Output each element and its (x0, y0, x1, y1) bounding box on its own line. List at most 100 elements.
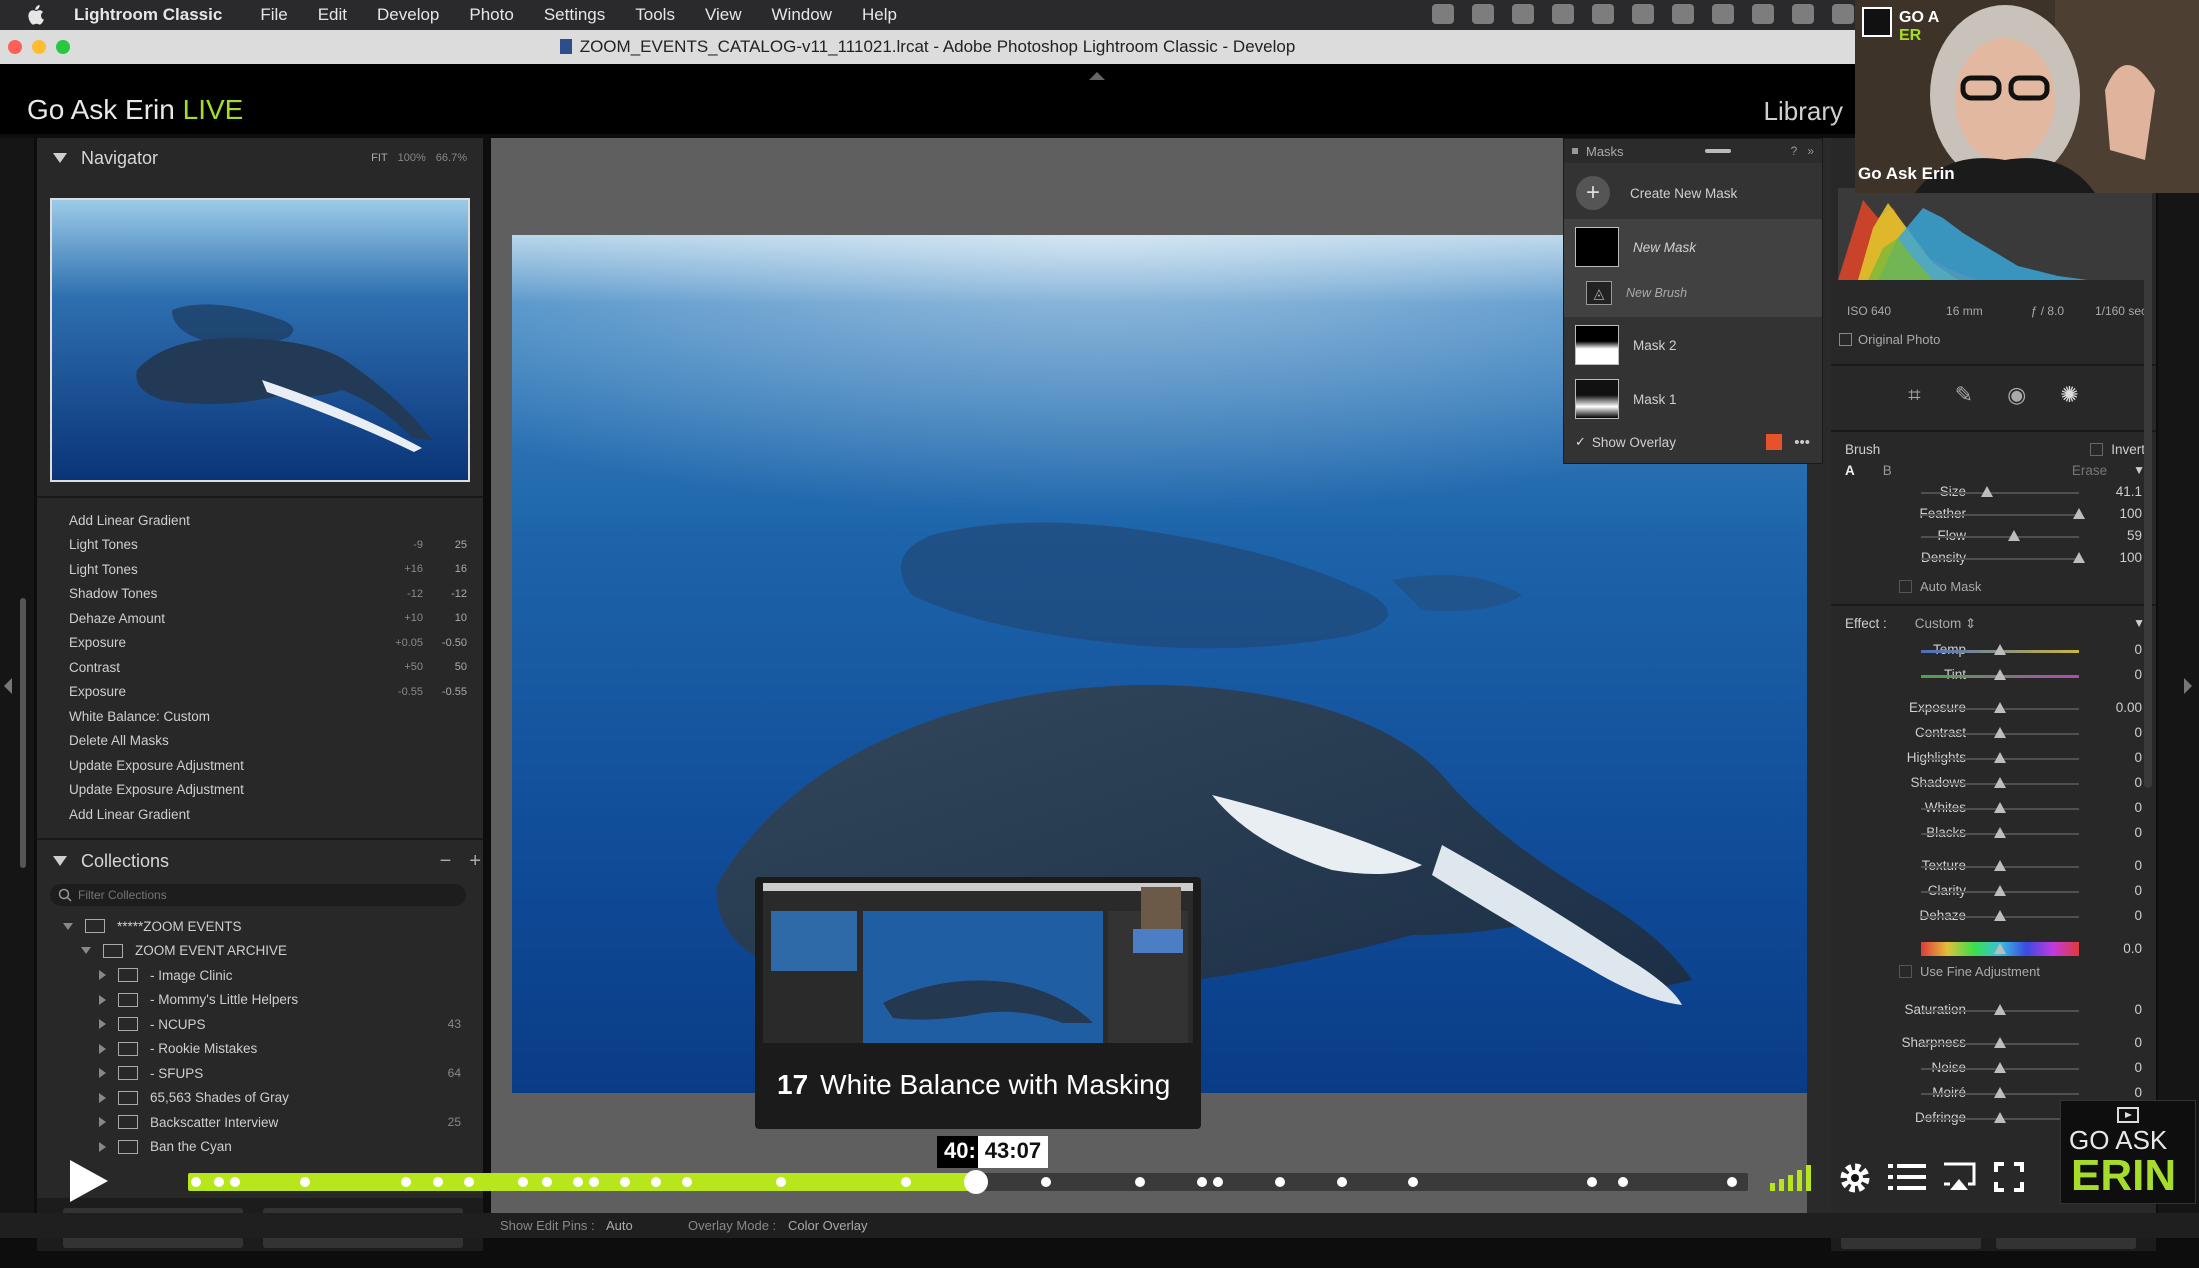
chapters-list-icon[interactable] (1888, 1162, 1926, 1192)
history-step[interactable]: Contrast +50 50 (37, 655, 483, 680)
crop-tool-icon[interactable]: ⌗ (1908, 382, 1920, 408)
menu-help[interactable]: Help (862, 5, 897, 25)
remove-collection-button[interactable]: − (440, 850, 452, 873)
masks-header[interactable]: Masks ? » (1564, 139, 1822, 163)
zoom-fit[interactable]: FIT (371, 152, 388, 164)
chapter-marker[interactable] (651, 1177, 661, 1187)
history-step[interactable]: Exposure -0.55 -0.55 (37, 680, 483, 705)
slider-value[interactable]: 0 (2134, 750, 2142, 765)
collection-item[interactable]: 65,563 Shades of Gray (37, 1086, 483, 1111)
slider-value[interactable]: 0 (2134, 800, 2142, 815)
bluetooth-icon[interactable] (1752, 4, 1774, 24)
dropbox-icon[interactable] (1472, 4, 1494, 24)
invert-checkbox[interactable] (2090, 443, 2104, 456)
chapter-marker[interactable] (1407, 1177, 1418, 1187)
collection-item[interactable]: ZOOM EVENT ARCHIVE (37, 939, 483, 964)
slider-value[interactable]: 0 (2134, 858, 2142, 873)
slider-thumb[interactable] (1994, 1062, 2006, 1073)
slider-thumb[interactable] (1994, 1112, 2006, 1123)
slider-thumb[interactable] (1994, 669, 2006, 680)
mask-item-new[interactable]: New Mask (1564, 225, 1822, 269)
slider-value[interactable]: 100 (2119, 550, 2142, 565)
collection-item[interactable]: - Rookie Mistakes (37, 1037, 483, 1062)
moon-icon[interactable] (1712, 4, 1734, 24)
right-scrollbar[interactable] (2144, 188, 2152, 788)
slider-value[interactable]: 100 (2119, 506, 2142, 521)
menu-tools[interactable]: Tools (635, 5, 675, 25)
overlay-color-swatch[interactable] (1766, 434, 1783, 450)
slider-thumb[interactable] (1994, 777, 2006, 788)
airplay-icon[interactable] (1942, 1162, 1976, 1192)
mask-component-brush[interactable]: ◬ New Brush (1564, 273, 1822, 313)
more-options-icon[interactable]: ••• (1794, 434, 1810, 451)
help-icon[interactable]: ? (1791, 144, 1798, 158)
chapter-marker[interactable] (1212, 1177, 1223, 1187)
show-overlay-label[interactable]: Show Overlay (1592, 435, 1676, 450)
slider-track[interactable] (1921, 492, 2079, 494)
slider-track[interactable] (1921, 514, 2079, 516)
collapse-top-panel-icon[interactable] (1089, 70, 1105, 80)
history-step[interactable]: Add Linear Gradient (37, 802, 483, 827)
settings-gear-icon[interactable] (1838, 1161, 1872, 1195)
menu-develop[interactable]: Develop (377, 5, 439, 25)
history-step[interactable]: Light Tones +16 16 (37, 557, 483, 582)
mask-item-2[interactable]: Mask 2 (1564, 323, 1822, 367)
menu-window[interactable]: Window (772, 5, 832, 25)
chapter-marker[interactable] (300, 1177, 310, 1187)
collections-filter-input[interactable] (76, 887, 450, 903)
progress-bar[interactable] (188, 1170, 1748, 1194)
collapse-right-panel-icon[interactable] (2184, 678, 2194, 694)
creative-cloud-icon[interactable] (1552, 4, 1574, 24)
add-collection-button[interactable]: + (469, 850, 481, 873)
slider-value[interactable]: 0.00 (2116, 700, 2142, 715)
chapter-marker[interactable] (573, 1177, 583, 1187)
slider-value[interactable]: 0 (2134, 1085, 2142, 1100)
collection-item[interactable]: - SFUPS 64 (37, 1061, 483, 1086)
chapter-marker[interactable] (1587, 1177, 1597, 1187)
slider-value[interactable]: 0 (2134, 667, 2142, 682)
auto-mask-label[interactable]: Auto Mask (1920, 579, 1981, 594)
progress-scrubber[interactable] (963, 1170, 988, 1194)
history-step[interactable]: Dehaze Amount +10 10 (37, 606, 483, 631)
mask-item-1[interactable]: Mask 1 (1564, 377, 1822, 421)
healing-tool-icon[interactable]: ✎ (1955, 382, 1973, 408)
slider-value[interactable]: 0 (2134, 1060, 2142, 1075)
chapter-marker[interactable] (1275, 1177, 1285, 1187)
slider-thumb[interactable] (1994, 702, 2006, 713)
chevron-right-icon[interactable] (99, 1092, 106, 1103)
menu-view[interactable]: View (705, 5, 742, 25)
history-step[interactable]: Update Exposure Adjustment (37, 753, 483, 778)
chevron-right-icon[interactable] (99, 970, 106, 981)
collections-header[interactable]: Collections − + (37, 841, 483, 881)
chapter-marker[interactable] (1134, 1177, 1145, 1187)
slider-thumb[interactable] (2073, 508, 2085, 519)
red-eye-tool-icon[interactable]: ◉ (2007, 382, 2026, 408)
slider-value[interactable]: 0 (2134, 642, 2142, 657)
menu-edit[interactable]: Edit (318, 5, 347, 25)
history-step[interactable]: White Balance: Custom (37, 704, 483, 729)
slider-thumb[interactable] (1994, 727, 2006, 738)
chapter-marker[interactable] (1041, 1177, 1051, 1187)
slider-track[interactable] (1921, 536, 2079, 538)
slider-thumb[interactable] (1994, 1004, 2006, 1015)
play-button[interactable] (66, 1156, 112, 1206)
history-step[interactable]: Light Tones -9 25 (37, 533, 483, 558)
collection-item[interactable]: - Mommy's Little Helpers (37, 988, 483, 1013)
chapter-marker[interactable] (619, 1177, 630, 1187)
chapter-marker[interactable] (1618, 1177, 1629, 1187)
slider-thumb[interactable] (2073, 552, 2085, 563)
slider-value[interactable]: 0 (2134, 883, 2142, 898)
status-app-icon[interactable] (1432, 4, 1454, 24)
collection-item[interactable]: *****ZOOM EVENTS (37, 914, 483, 939)
display-icon[interactable] (1592, 4, 1614, 24)
collapse-masks-icon[interactable]: » (1807, 144, 1814, 158)
cloud-icon[interactable] (1632, 4, 1654, 24)
history-step[interactable]: Shadow Tones -12 -12 (37, 582, 483, 607)
status-circle-icon[interactable] (1512, 4, 1534, 24)
navigator-preview[interactable] (50, 198, 470, 482)
fine-adjustment-checkbox[interactable] (1899, 965, 1912, 978)
slider-thumb[interactable] (1994, 644, 2006, 655)
chapter-marker[interactable] (588, 1177, 599, 1187)
wifi-icon[interactable] (1832, 4, 1854, 24)
menu-settings[interactable]: Settings (544, 5, 605, 25)
